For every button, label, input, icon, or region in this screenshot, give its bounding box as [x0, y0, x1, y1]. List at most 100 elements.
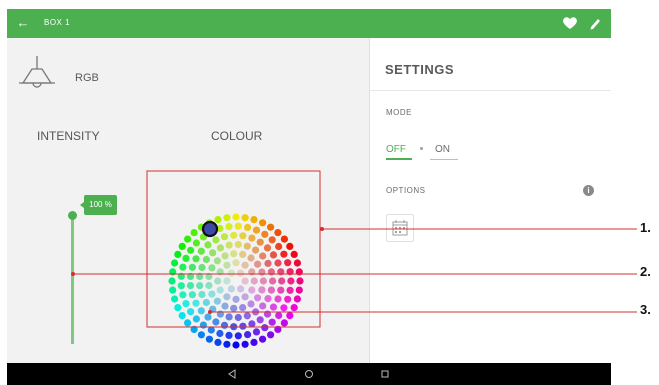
colour-swatch-dot[interactable] — [250, 338, 258, 346]
colour-swatch-dot[interactable] — [267, 223, 275, 231]
colour-swatch-dot[interactable] — [275, 242, 283, 251]
colour-swatch-dot[interactable] — [241, 340, 249, 348]
colour-swatch-dot[interactable] — [223, 293, 231, 301]
colour-swatch-dot[interactable] — [252, 308, 260, 316]
colour-swatch-dot[interactable] — [204, 241, 212, 249]
colour-swatch-dot[interactable] — [178, 242, 186, 250]
colour-swatch-dot[interactable] — [239, 304, 247, 312]
colour-swatch-dot[interactable] — [202, 255, 210, 264]
colour-swatch-dot[interactable] — [216, 286, 224, 294]
colour-swatch-dot[interactable] — [207, 326, 215, 334]
colour-swatch-dot[interactable] — [198, 263, 206, 272]
colour-swatch-dot[interactable] — [278, 277, 286, 285]
colour-swatch-dot[interactable] — [234, 332, 242, 340]
colour-swatch-dot[interactable] — [197, 331, 205, 339]
colour-swatch-dot[interactable] — [247, 254, 255, 262]
colour-swatch-dot[interactable] — [227, 269, 235, 277]
colour-swatch-dot[interactable] — [280, 304, 288, 312]
colour-swatch-dot[interactable] — [232, 259, 240, 267]
colour-swatch-dot[interactable] — [230, 304, 238, 312]
colour-swatch-dot[interactable] — [250, 216, 258, 224]
colour-swatch-dot[interactable] — [192, 299, 200, 307]
colour-swatch-dot[interactable] — [205, 272, 213, 281]
colour-swatch-dot[interactable] — [223, 214, 231, 222]
colour-swatch-dot[interactable] — [192, 315, 200, 323]
colour-swatch-dot[interactable] — [237, 285, 245, 293]
colour-swatch-dot[interactable] — [182, 254, 190, 262]
colour-swatch-dot[interactable] — [277, 268, 285, 276]
colour-swatch-dot[interactable] — [223, 340, 231, 348]
colour-swatch-dot[interactable] — [212, 318, 220, 326]
colour-swatch-dot[interactable] — [177, 272, 185, 280]
colour-swatch-dot[interactable] — [209, 305, 217, 313]
calendar-button[interactable] — [386, 214, 414, 242]
colour-swatch-dot[interactable] — [290, 250, 298, 258]
colour-swatch-dot[interactable] — [197, 307, 205, 315]
colour-swatch-dot[interactable] — [169, 268, 177, 276]
colour-swatch-dot[interactable] — [220, 321, 229, 329]
colour-swatch-dot[interactable] — [256, 238, 264, 246]
colour-swatch-dot[interactable] — [192, 239, 200, 247]
colour-swatch-dot[interactable] — [208, 290, 216, 298]
colour-swatch-dot[interactable] — [296, 277, 304, 285]
colour-swatch-dot[interactable] — [287, 277, 295, 285]
colour-swatch-dot[interactable] — [252, 328, 261, 336]
colour-swatch-dot[interactable] — [169, 286, 177, 294]
colour-swatch-dot[interactable] — [239, 322, 247, 330]
colour-swatch-dot[interactable] — [225, 241, 233, 249]
colour-swatch-dot[interactable] — [190, 229, 198, 237]
colour-swatch-dot[interactable] — [179, 291, 187, 299]
colour-swatch-dot[interactable] — [174, 304, 182, 312]
colour-swatch-dot[interactable] — [259, 252, 267, 260]
colour-swatch-dot[interactable] — [275, 311, 283, 320]
colour-swatch-dot[interactable] — [232, 277, 240, 285]
colour-swatch-dot[interactable] — [179, 263, 187, 271]
colour-swatch-dot[interactable] — [182, 300, 190, 308]
colour-swatch-dot[interactable] — [267, 268, 275, 276]
colour-swatch-dot[interactable] — [241, 293, 249, 301]
colour-swatch-dot[interactable] — [280, 235, 288, 243]
colour-swatch-dot[interactable] — [269, 303, 278, 311]
colour-swatch-dot[interactable] — [230, 231, 238, 239]
colour-swatch-dot[interactable] — [259, 219, 267, 227]
colour-swatch-dot[interactable] — [199, 321, 207, 329]
colour-swatch-dot[interactable] — [268, 236, 276, 244]
colour-swatch-dot[interactable] — [244, 331, 252, 339]
circle-home-icon[interactable] — [303, 368, 315, 380]
pencil-icon[interactable] — [588, 15, 602, 31]
colour-swatch-dot[interactable] — [250, 277, 258, 285]
colour-swatch-dot[interactable] — [223, 261, 231, 269]
colour-swatch-dot[interactable] — [168, 277, 176, 285]
colour-swatch-dot[interactable] — [230, 250, 238, 258]
colour-swatch-dot[interactable] — [177, 282, 185, 290]
colour-swatch-dot[interactable] — [256, 316, 264, 324]
colour-swatch-dot[interactable] — [277, 286, 285, 294]
heart-icon[interactable] — [562, 14, 578, 32]
colour-swatch-dot[interactable] — [269, 277, 277, 285]
colour-swatch-dot[interactable] — [284, 259, 292, 267]
colour-swatch-dot[interactable] — [184, 235, 192, 243]
colour-swatch-dot[interactable] — [247, 300, 255, 308]
colour-swatch-dot[interactable] — [274, 295, 282, 303]
colour-swatch-dot[interactable] — [259, 335, 267, 343]
colour-swatch-dot[interactable] — [197, 247, 205, 255]
colour-swatch-dot[interactable] — [243, 242, 251, 250]
colour-swatch-dot[interactable] — [274, 325, 282, 333]
colour-picker-wheel[interactable] — [163, 208, 309, 354]
colour-swatch-dot[interactable] — [241, 261, 249, 269]
colour-swatch-dot[interactable] — [216, 244, 224, 252]
colour-swatch-dot[interactable] — [280, 250, 288, 258]
colour-swatch-dot[interactable] — [214, 277, 222, 285]
colour-swatch-dot[interactable] — [198, 290, 206, 299]
colour-swatch-dot[interactable] — [243, 312, 251, 320]
colour-swatch-dot[interactable] — [187, 246, 195, 254]
colour-swatch-dot[interactable] — [295, 286, 303, 294]
colour-swatch-dot[interactable] — [232, 341, 240, 349]
colour-swatch-dot[interactable] — [171, 259, 179, 267]
colour-swatch-dot[interactable] — [202, 298, 210, 307]
colour-swatch-dot[interactable] — [264, 295, 272, 303]
colour-swatch-dot[interactable] — [254, 260, 262, 268]
colour-swatch-dot[interactable] — [267, 286, 275, 294]
colour-swatch-dot[interactable] — [261, 230, 269, 238]
colour-swatch-dot[interactable] — [293, 259, 301, 267]
